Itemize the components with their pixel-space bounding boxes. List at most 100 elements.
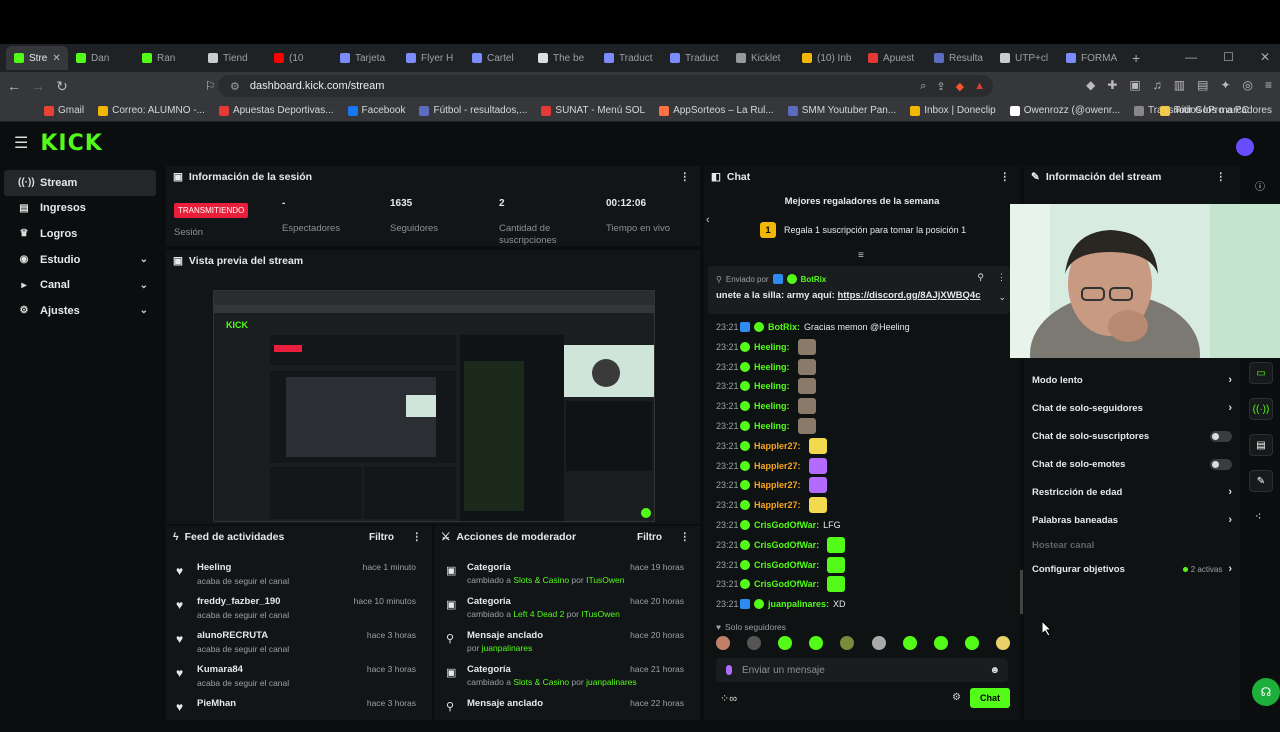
mod-target[interactable]: Slots & Casino — [513, 575, 569, 585]
bookmark-item[interactable]: Gmail — [44, 105, 84, 116]
browser-tab[interactable]: Dan — [68, 46, 134, 70]
minimize-icon[interactable]: — — [1185, 50, 1197, 64]
browser-tab[interactable]: Cartel — [464, 46, 530, 70]
chat-username[interactable]: CrisGodOfWar: — [754, 579, 819, 589]
chevron-right-icon[interactable]: › — [1228, 486, 1232, 498]
alert-icon[interactable]: ▲ — [974, 80, 985, 93]
emote-picker-icon[interactable] — [995, 636, 1010, 650]
emote-picker-icon[interactable] — [716, 636, 730, 650]
feed-user[interactable]: Heeling — [197, 562, 231, 573]
chat-username[interactable]: Heeling: — [754, 421, 790, 431]
feed-user[interactable]: PieMhan — [197, 698, 236, 709]
shield-icon[interactable]: ◆ — [956, 80, 964, 93]
chevron-right-icon[interactable]: › — [1228, 374, 1232, 386]
bookmark-item[interactable]: SUNAT - Menú SOL — [541, 105, 645, 116]
mod-target[interactable]: Slots & Casino — [513, 677, 569, 687]
mod-user[interactable]: ITusOwen — [586, 575, 624, 585]
browser-tab[interactable]: Kicklet — [728, 46, 794, 70]
browser-tab[interactable]: Flyer H — [398, 46, 464, 70]
share-icon[interactable]: ⇪ — [936, 80, 945, 93]
chat-message[interactable]: 23:21 CrisGodOfWar: LFG — [716, 516, 841, 534]
sidebar-item-stream[interactable]: ((·)) Stream — [4, 170, 156, 196]
extension-icon[interactable]: ◆ — [1086, 78, 1095, 92]
close-icon[interactable]: ✕ — [1260, 50, 1270, 64]
browser-tab[interactable]: (10) Inb — [794, 46, 860, 70]
chat-message[interactable]: 23:21 CrisGodOfWar: — [716, 556, 846, 574]
chevron-left-icon[interactable]: ‹ — [706, 214, 710, 226]
feed-user[interactable]: alunoRECRUTA — [197, 630, 268, 641]
chat-username[interactable]: Happler27: — [754, 461, 801, 471]
chat-message[interactable]: 23:21 Heeling: — [716, 397, 816, 415]
feed-filter-button[interactable]: Filtro — [369, 532, 394, 543]
feed-user[interactable]: freddy_fazber_190 — [197, 596, 280, 607]
feed-user[interactable]: Kumara84 — [197, 664, 243, 675]
chat-input[interactable]: Enviar un mensaje ☻ — [716, 658, 1008, 682]
stream-setting-item[interactable]: Chat de solo-seguidores › — [1032, 399, 1232, 417]
sidebar-item-estudio[interactable]: ◉ Estudio ⌄ — [4, 247, 156, 273]
zoom-icon[interactable]: ⌕ — [920, 80, 926, 93]
browser-tab[interactable]: Stre ✕ — [6, 46, 68, 70]
emoji-icon[interactable]: ☻ — [989, 665, 1000, 676]
emote-picker-icon[interactable] — [964, 636, 979, 650]
sidebar-icon[interactable]: ▥ — [1174, 78, 1185, 92]
chat-username[interactable]: Heeling: — [754, 401, 790, 411]
bookmark-item[interactable]: AppSorteos – La Rul... — [659, 105, 774, 116]
tools-icon[interactable]: ✎ — [1249, 470, 1273, 492]
stream-setting-item[interactable]: Modo lento › — [1032, 371, 1232, 389]
chat-username[interactable]: Happler27: — [754, 480, 801, 490]
chevron-down-icon[interactable]: ⌄ — [140, 254, 148, 265]
browser-tab[interactable]: Resulta — [926, 46, 992, 70]
site-info-icon[interactable]: ⚙ — [230, 80, 240, 93]
browser-tab[interactable]: Ran — [134, 46, 200, 70]
chat-username[interactable]: Heeling: — [754, 362, 790, 372]
emote-picker-icon[interactable] — [933, 636, 948, 650]
chevron-down-icon[interactable]: ⌄ — [140, 280, 148, 291]
mod-user[interactable]: juanpalinares — [586, 677, 637, 687]
browser-tab[interactable]: Traduct — [596, 46, 662, 70]
bookmark-item[interactable]: Correo: ALUMNO -... — [98, 105, 205, 116]
browser-tab[interactable]: The be — [530, 46, 596, 70]
mod-filter-button[interactable]: Filtro — [637, 532, 662, 543]
emote-picker-icon[interactable] — [902, 636, 917, 650]
stream-setting-item[interactable]: Restricción de edad › — [1032, 483, 1232, 501]
more-options-icon[interactable]: ⋮ — [680, 171, 691, 183]
browser-tab[interactable]: UTP+cl — [992, 46, 1058, 70]
stream-setting-item[interactable]: Configurar objetivos 2 activas › — [1032, 560, 1232, 578]
feed-more-icon[interactable]: ⋮ — [412, 531, 423, 543]
chat-scrollbar[interactable] — [1020, 570, 1023, 614]
back-icon[interactable]: ← — [4, 78, 24, 94]
emote-picker-icon[interactable] — [809, 636, 824, 650]
stream-preview[interactable]: KICK — [213, 290, 655, 522]
reload-icon[interactable]: ↻ — [52, 78, 72, 95]
sidebar-item-logros[interactable]: ♛ Logros — [4, 221, 156, 247]
mod-more-icon[interactable]: ⋮ — [680, 531, 691, 543]
stream-setting-item[interactable]: Palabras baneadas › — [1032, 511, 1232, 529]
chat-message[interactable]: 23:21 Happler27: — [716, 476, 827, 494]
emote-picker-icon[interactable] — [747, 636, 762, 650]
new-tab-icon[interactable]: + — [1132, 50, 1140, 66]
maximize-icon[interactable]: ☐ — [1223, 50, 1234, 64]
sidebar-item-ingresos[interactable]: ▤ Ingresos — [4, 196, 156, 222]
chat-message[interactable]: 23:21 Happler27: — [716, 437, 827, 455]
chat-message[interactable]: 23:21 Heeling: — [716, 358, 816, 376]
chevron-right-icon[interactable]: › — [1228, 402, 1232, 414]
more-bookmarks-icon[interactable]: » — [1174, 105, 1180, 116]
chat-username[interactable]: Heeling: — [754, 342, 790, 352]
send-chat-button[interactable]: Chat — [970, 688, 1010, 708]
support-button[interactable]: ☊ — [1252, 678, 1280, 706]
layout-icon[interactable]: ▤ — [1249, 434, 1273, 456]
pinned-more-icon[interactable]: ⋮ — [997, 272, 1006, 283]
menu-icon[interactable]: ☰ — [14, 133, 28, 153]
puzzle-icon[interactable]: ✚ — [1107, 78, 1117, 92]
leo-icon[interactable]: ✦ — [1220, 78, 1230, 92]
media-icon[interactable]: ♫ — [1153, 78, 1162, 92]
bookmark-item[interactable]: Fútbol - resultados,... — [419, 105, 527, 116]
connections-icon[interactable]: ⁖ — [1255, 510, 1261, 523]
bookmark-item[interactable]: Owenrozz (@owenr... — [1009, 105, 1120, 116]
chat-message[interactable]: 23:21 Heeling: — [716, 417, 816, 435]
bookmark-item[interactable]: SMM Youtuber Pan... — [787, 105, 896, 116]
toggle-switch[interactable] — [1210, 458, 1232, 470]
close-tab-icon[interactable]: ✕ — [52, 53, 60, 64]
chat-username[interactable]: CrisGodOfWar: — [754, 540, 819, 550]
stream-setting-item[interactable]: Hostear canal — [1032, 536, 1232, 554]
